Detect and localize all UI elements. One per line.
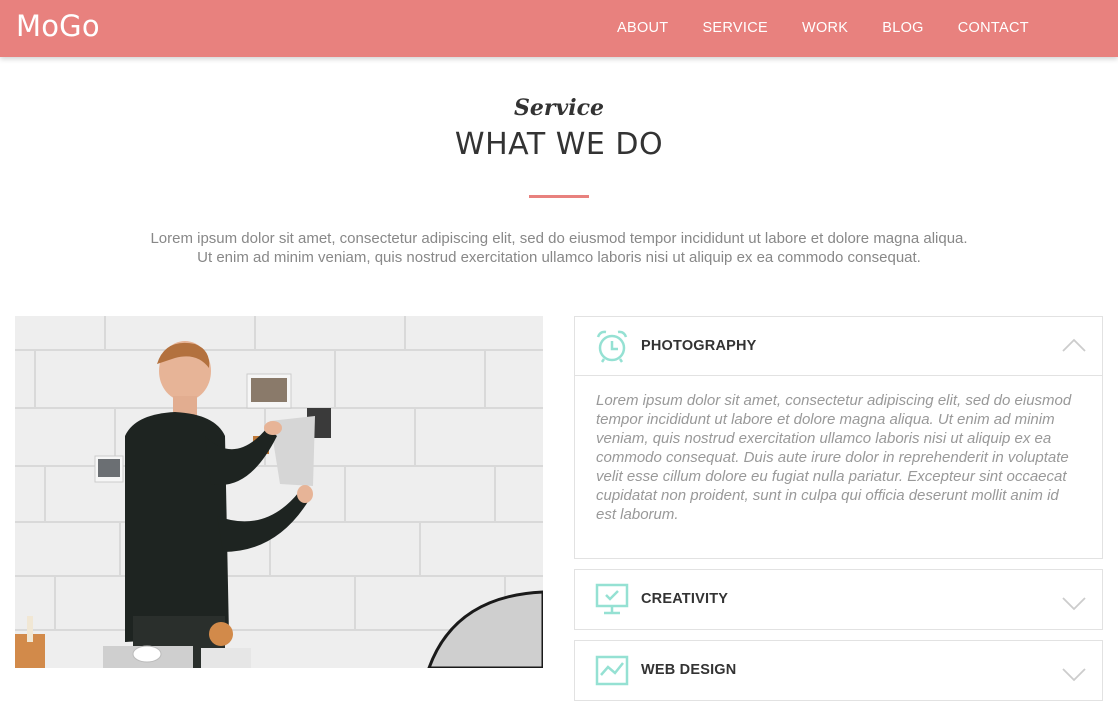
title-divider — [529, 195, 589, 198]
accordion-header-creativity[interactable]: CREATIVITY — [575, 570, 1102, 628]
accordion-title-creativity: CREATIVITY — [641, 591, 729, 607]
chevron-up-icon[interactable] — [1062, 337, 1086, 353]
service-photo — [15, 316, 543, 668]
accordion-header-photography[interactable]: PHOTOGRAPHY — [575, 317, 1102, 375]
nav-link-about[interactable]: ABOUT — [617, 20, 668, 36]
nav-link-blog[interactable]: BLOG — [882, 20, 924, 36]
logo[interactable]: MoGo — [16, 9, 100, 43]
nav-link-contact[interactable]: CONTACT — [958, 20, 1029, 36]
chevron-down-icon[interactable] — [1062, 667, 1086, 683]
nav-link-service[interactable]: SERVICE — [702, 20, 768, 36]
accordion-body-photography: Lorem ipsum dolor sit amet, consectetur … — [575, 375, 1102, 538]
accordion-title-web-design: WEB DESIGN — [641, 662, 737, 678]
accordion-title-photography: PHOTOGRAPHY — [641, 338, 757, 354]
main-nav: ABOUT SERVICE WORK BLOG CONTACT — [617, 20, 1063, 36]
section-title: WHAT WE DO — [454, 127, 664, 162]
accordion-item-web-design: WEB DESIGN — [574, 640, 1103, 701]
accordion-header-web-design[interactable]: WEB DESIGN — [575, 641, 1102, 699]
section-subtitle: Service — [513, 95, 604, 121]
accordion-item-creativity: CREATIVITY — [574, 569, 1103, 630]
intro-line-2: Ut enim ad minim veniam, quis nostrud ex… — [197, 249, 921, 266]
alarm-clock-icon — [596, 330, 628, 363]
accordion-item-photography: PHOTOGRAPHY Lorem ipsum dolor sit amet, … — [574, 316, 1103, 559]
chevron-down-icon[interactable] — [1062, 596, 1086, 612]
intro-line-1: Lorem ipsum dolor sit amet, consectetur … — [150, 230, 968, 247]
monitor-check-icon — [595, 583, 629, 615]
section-intro: Lorem ipsum dolor sit amet, consectetur … — [40, 229, 1078, 267]
top-navbar: MoGo ABOUT SERVICE WORK BLOG CONTACT — [0, 0, 1118, 57]
chart-line-icon — [595, 655, 629, 686]
nav-link-work[interactable]: WORK — [802, 20, 848, 36]
